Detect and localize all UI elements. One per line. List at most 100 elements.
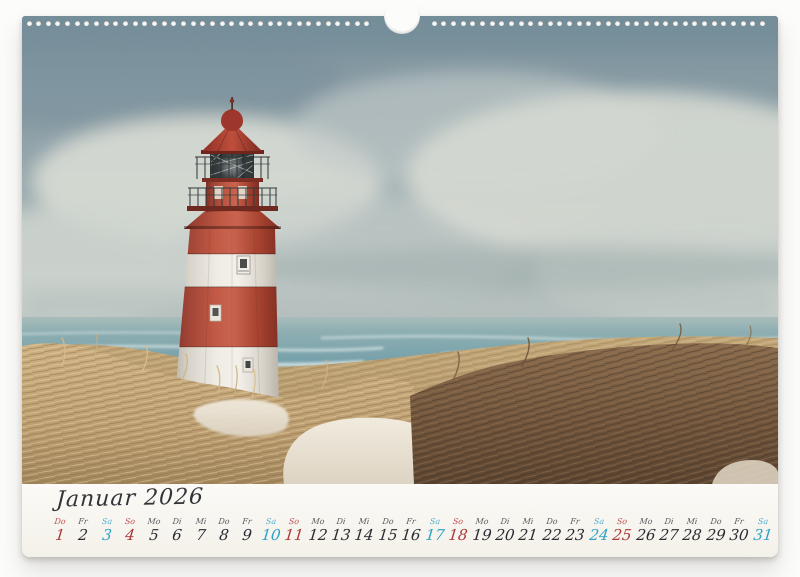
day-number: 24 (586, 527, 612, 544)
binding-hole (104, 21, 109, 26)
day-number: 1 (47, 527, 73, 544)
binding-hole (712, 21, 717, 26)
day-column: Sa17 (423, 517, 447, 544)
calendar-footer: Januar 2026 Do1Fr2Sa3So4Mo5Di6Mi7Do8Fr9S… (22, 484, 778, 557)
day-abbr: Mo (469, 517, 494, 526)
day-column: Do8 (212, 517, 236, 544)
binding-hole (625, 21, 630, 26)
binding-hole (258, 21, 263, 26)
day-abbr: So (118, 517, 143, 526)
day-number: 8 (211, 527, 237, 544)
day-abbr: Fr (235, 517, 260, 526)
binding-hole (364, 21, 369, 26)
binding-hole (615, 21, 620, 26)
day-number: 17 (422, 527, 448, 544)
binding-hole (316, 21, 321, 26)
day-column: Sa3 (95, 517, 119, 544)
day-number: 25 (609, 527, 635, 544)
binding-hole (335, 21, 340, 26)
day-number: 20 (492, 527, 518, 544)
month-title: Januar 2026 (55, 484, 204, 517)
day-abbr: Sa (94, 517, 119, 526)
day-number: 18 (445, 527, 471, 544)
gallery-floor (187, 206, 278, 211)
day-abbr: Sa (750, 517, 775, 526)
day-column: Fr30 (727, 517, 751, 544)
day-column: Fr23 (563, 517, 587, 544)
binding-hole (577, 21, 582, 26)
day-abbr: Mo (141, 517, 166, 526)
binding-hole (46, 21, 51, 26)
day-abbr: Sa (258, 517, 283, 526)
day-number: 12 (305, 527, 331, 544)
day-column: So11 (282, 517, 306, 544)
day-abbr: So (446, 517, 471, 526)
binding-hole (191, 21, 196, 26)
binding-hole (528, 21, 533, 26)
calendar-product-image: Januar 2026 Do1Fr2Sa3So4Mo5Di6Mi7Do8Fr9S… (0, 0, 800, 577)
day-number: 26 (633, 527, 659, 544)
day-abbr: Mi (352, 517, 377, 526)
binding-hole (277, 21, 282, 26)
lighthouse-photo (22, 16, 778, 484)
day-number: 14 (352, 527, 378, 544)
day-abbr: Di (492, 517, 517, 526)
day-column: Do1 (48, 517, 72, 544)
tower-window-upper (237, 256, 250, 274)
binding-hole (683, 21, 688, 26)
day-column: Di6 (165, 517, 189, 544)
binding-hole (519, 21, 524, 26)
day-number: 16 (398, 527, 424, 544)
day-number: 21 (515, 527, 541, 544)
binding-hole (326, 21, 331, 26)
binding-hole (557, 21, 562, 26)
day-number: 29 (703, 527, 729, 544)
day-number: 7 (188, 527, 214, 544)
day-column: Do29 (704, 517, 728, 544)
binding-hole (663, 21, 668, 26)
binding-hole (142, 21, 147, 26)
day-abbr: So (282, 517, 307, 526)
day-number: 5 (141, 527, 167, 544)
day-column: Di20 (493, 517, 517, 544)
day-abbr: Di (329, 517, 354, 526)
day-column: Di27 (657, 517, 681, 544)
binding-hole (171, 21, 176, 26)
binding-hole (55, 21, 60, 26)
day-number: 28 (679, 527, 705, 544)
binding-hole (94, 21, 99, 26)
binding-hole (480, 21, 485, 26)
binding-hole (470, 21, 475, 26)
binding-hole (606, 21, 611, 26)
day-abbr: Fr (563, 517, 588, 526)
day-abbr: Sa (422, 517, 447, 526)
binding-hole (36, 21, 41, 26)
binding-hole (567, 21, 572, 26)
day-abbr: Do (703, 517, 728, 526)
binding-hole (123, 21, 128, 26)
binding-hole (113, 21, 118, 26)
day-abbr: Do (539, 517, 564, 526)
day-abbr: Fr (727, 517, 752, 526)
day-number: 6 (164, 527, 190, 544)
tower-window-mid (210, 305, 221, 321)
binding-hole (731, 21, 736, 26)
binding-hole (654, 21, 659, 26)
date-row: Do1Fr2Sa3So4Mo5Di6Mi7Do8Fr9Sa10So11Mo12D… (22, 517, 778, 555)
binding-hole (692, 21, 697, 26)
binding-hole (355, 21, 360, 26)
day-column: Sa31 (751, 517, 775, 544)
day-column: Mi7 (189, 517, 213, 544)
binding-hole (702, 21, 707, 26)
binding-hole (220, 21, 225, 26)
day-column: Sa24 (587, 517, 611, 544)
binding-hole (200, 21, 205, 26)
day-column: Di13 (329, 517, 353, 544)
binding-hole (760, 21, 765, 26)
day-abbr: Mi (188, 517, 213, 526)
tower-window-lower (243, 358, 253, 372)
day-column: So25 (610, 517, 634, 544)
binding-hole (27, 21, 32, 26)
photo-scene-svg (22, 16, 778, 484)
binding-hole (287, 21, 292, 26)
